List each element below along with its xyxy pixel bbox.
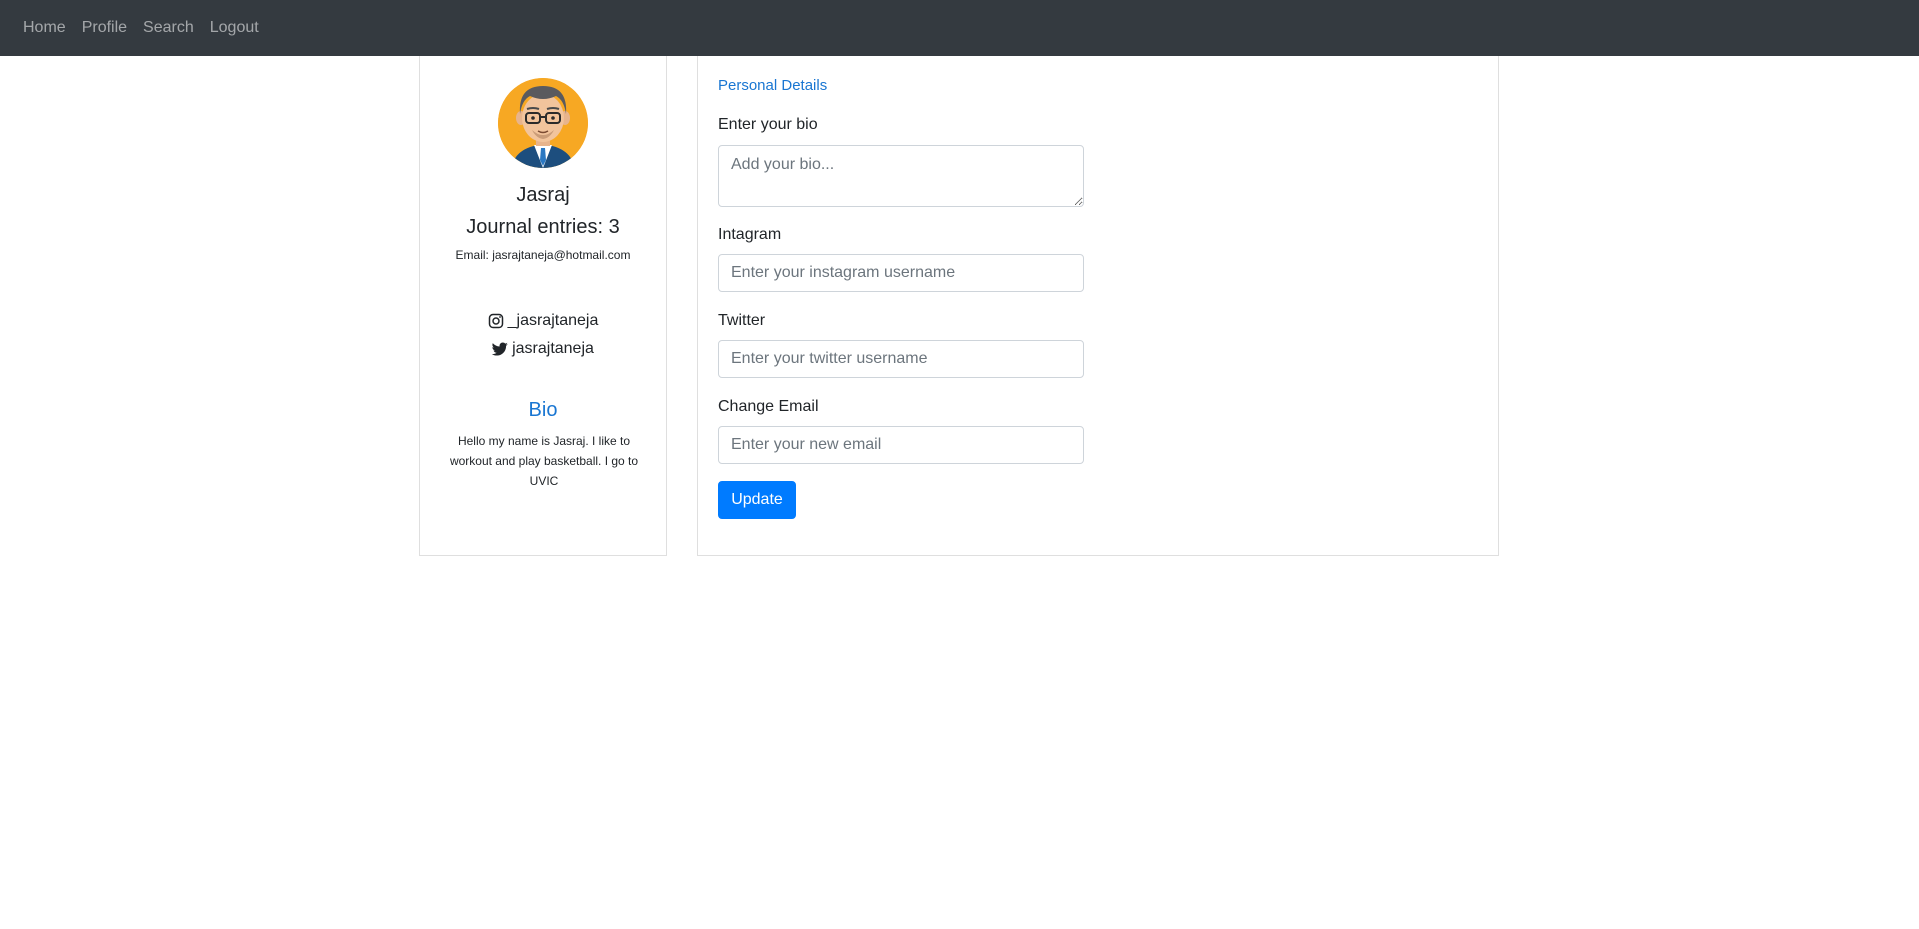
nav-home-link[interactable]: Home [23,19,66,37]
bio-text: Hello my name is Jasraj. I like to worko… [449,434,639,488]
instagram-icon [488,313,504,329]
update-button[interactable]: Update [718,481,796,519]
twitter-icon [492,341,508,357]
bio-heading: Bio [528,399,558,421]
bio-textarea[interactable] [718,145,1084,207]
journal-entries-count: Journal entries: 3 [466,216,620,238]
profile-card: Jasraj Journal entries: 3 Email: jasrajt… [419,56,667,556]
profile-name: Jasraj [516,184,570,206]
personal-details-card: Personal Details Enter your bio Intagram… [697,56,1499,556]
nav-logout-link[interactable]: Logout [210,19,259,37]
nav-profile-link[interactable]: Profile [82,19,127,37]
email-input[interactable] [718,426,1084,464]
instagram-field-label: Intagram [718,226,782,243]
instagram-input[interactable] [718,254,1084,292]
nav-search-link[interactable]: Search [143,19,194,37]
twitter-handle: jasrajtaneja [420,340,666,358]
profile-email: Email: jasrajtaneja@hotmail.com [455,248,631,262]
avatar [498,78,588,168]
bio-field-label: Enter your bio [718,116,818,133]
twitter-field-label: Twitter [718,312,766,329]
twitter-input[interactable] [718,340,1084,378]
instagram-handle: _jasrajtaneja [420,312,666,330]
avatar-illustration [498,78,588,168]
top-navbar: Home Profile Search Logout [0,0,1919,56]
instagram-username: _jasrajtaneja [507,312,599,329]
section-title: Personal Details [718,77,828,94]
email-field-label: Change Email [718,398,819,415]
twitter-username: jasrajtaneja [512,340,594,357]
